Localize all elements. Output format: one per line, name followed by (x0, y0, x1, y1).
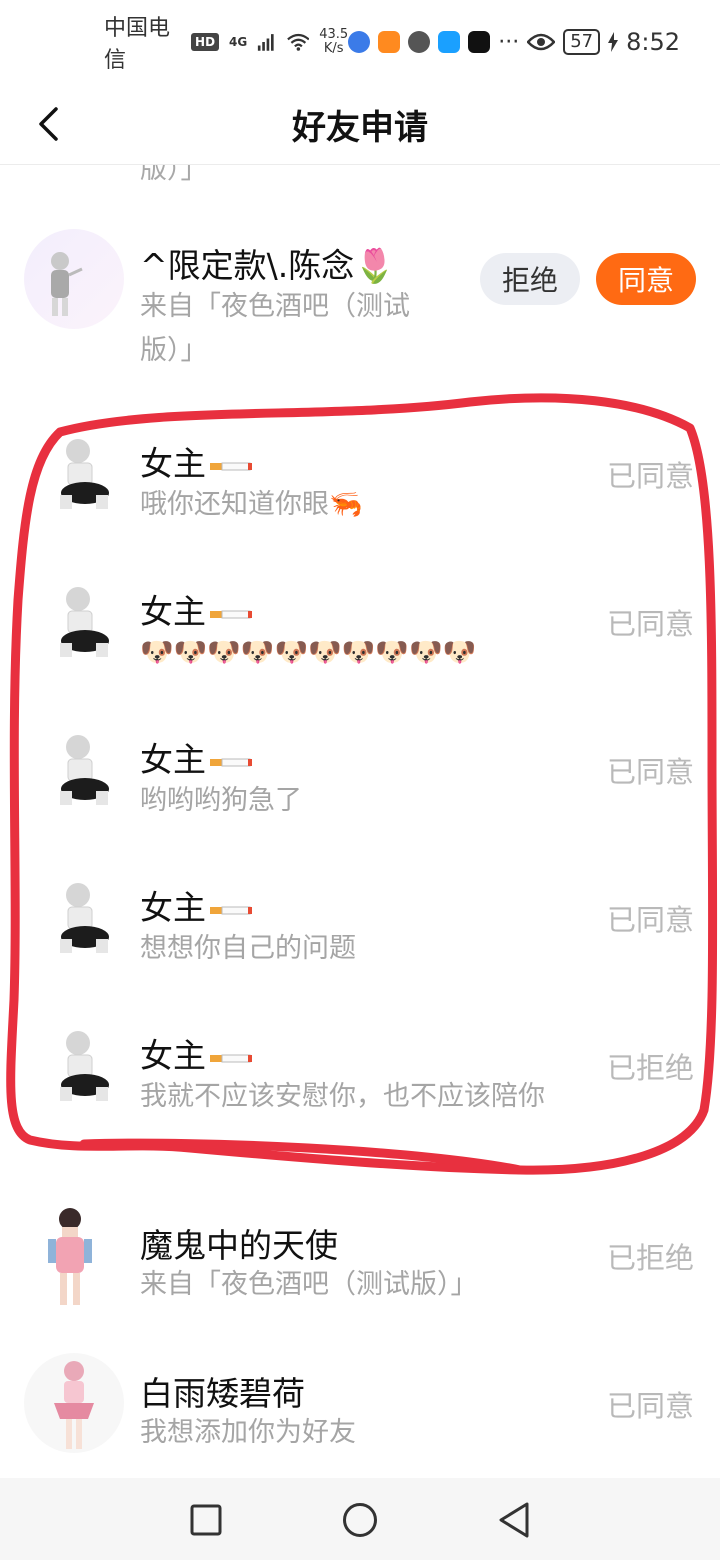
network-speed: 43.5 K/s (319, 27, 349, 56)
request-status: 已同意 (606, 755, 694, 789)
requester-name: 女主 (140, 881, 252, 929)
avatar[interactable] (24, 1353, 124, 1453)
avatar[interactable] (50, 583, 120, 663)
request-status: 已拒绝 (606, 1241, 694, 1275)
hd-badge: HD (191, 33, 220, 51)
reject-button[interactable]: 拒绝 (480, 253, 580, 305)
clock: 8:52 (626, 28, 680, 56)
request-message: 来自「夜色酒吧（测试版）」 (140, 291, 410, 366)
list-item[interactable]: 女主 我就不应该安慰你，也不应该陪你 已拒绝 (0, 1019, 720, 1169)
request-message: 哦你还知道你眼🦐 (140, 489, 363, 520)
request-status: 已拒绝 (606, 1051, 694, 1085)
request-status: 已同意 (606, 459, 694, 493)
status-bar: 中国电信 HD 4G 43.5 K/s ··· 57 8:52 (0, 0, 720, 84)
nav-back-button[interactable] (492, 1498, 536, 1542)
network-type: 4G (229, 35, 248, 49)
triangle-back-icon (499, 1502, 529, 1538)
request-message: 哟哟哟狗急了 (140, 785, 302, 816)
requester-name: 女主 (140, 733, 252, 781)
requester-name: 女主 (140, 1029, 252, 1077)
wechat-icon (408, 31, 431, 53)
requester-name: 魔鬼中的天使 (140, 1226, 338, 1265)
wifi-icon (286, 33, 310, 51)
list-item[interactable]: 女主 哟哟哟狗急了 已同意 (0, 723, 720, 853)
list-item[interactable]: 女主 🐶🐶🐶🐶🐶🐶🐶🐶🐶🐶 已同意 (0, 575, 720, 705)
cigarette-icon (210, 906, 252, 914)
more-notifications-icon: ··· (498, 29, 520, 55)
avatar-figure (51, 252, 83, 316)
battery-level: 57 (563, 29, 601, 55)
request-message: 🐶🐶🐶🐶🐶🐶🐶🐶🐶🐶 (140, 637, 477, 668)
header: 好友申请 (0, 84, 720, 165)
list-item[interactable]: ^限定款\.陈念🌷 来自「夜色酒吧（测试版）」 拒绝 同意 (0, 225, 720, 375)
avatar[interactable] (50, 435, 120, 515)
list-item[interactable]: 白雨矮碧荷 我想添加你为好友 已同意 (0, 1353, 720, 1473)
charging-icon (608, 32, 619, 52)
video-app-icon (378, 31, 401, 53)
list-item[interactable]: 女主 想想你自己的问题 已同意 (0, 871, 720, 1001)
page-title: 好友申请 (292, 108, 428, 148)
carrier-label: 中国电信 (104, 16, 171, 73)
previous-item-cut-text: 版）」 (140, 165, 208, 185)
list-item[interactable]: 魔鬼中的天使 来自「夜色酒吧（测试版）」 已拒绝 (0, 1205, 720, 1335)
request-status: 已同意 (606, 607, 694, 641)
agree-button[interactable]: 同意 (596, 253, 696, 305)
eye-icon (527, 33, 556, 51)
request-message: 我就不应该安慰你，也不应该陪你 (140, 1081, 545, 1112)
cigarette-icon (210, 462, 252, 470)
avatar[interactable] (24, 229, 124, 329)
requester-name: ^限定款\.陈念🌷 (140, 246, 396, 285)
square-icon (190, 1504, 222, 1536)
avatar[interactable] (50, 879, 120, 959)
requester-name: 白雨矮碧荷 (140, 1374, 305, 1413)
requester-name: 女主 (140, 437, 252, 485)
home-button[interactable] (338, 1498, 382, 1542)
request-status: 已同意 (606, 1389, 694, 1423)
request-message: 想想你自己的问题 (140, 933, 356, 964)
avatar-figure (54, 1361, 94, 1449)
search-app-icon (438, 31, 461, 53)
cigarette-icon (210, 758, 252, 766)
request-status: 已同意 (606, 903, 694, 937)
cigarette-icon (210, 610, 252, 618)
list-item[interactable]: 女主 哦你还知道你眼🦐 已同意 (0, 427, 720, 557)
request-message: 我想添加你为好友 (140, 1417, 356, 1448)
circle-icon (343, 1503, 377, 1537)
tiktok-icon (468, 31, 491, 53)
avatar[interactable] (50, 1027, 120, 1107)
recent-apps-button[interactable] (184, 1498, 228, 1542)
system-nav-bar (0, 1478, 720, 1560)
avatar[interactable] (50, 731, 120, 811)
requester-name: 女主 (140, 585, 252, 633)
cigarette-icon (210, 1054, 252, 1062)
friend-request-list: 版）」 ^限定款\.陈念🌷 来自「夜色酒吧（测试版）」 拒绝 同意 女主 哦你还… (0, 165, 720, 1478)
request-message: 来自「夜色酒吧（测试版）」 (140, 1269, 478, 1300)
signal-icon (258, 34, 274, 51)
avatar[interactable] (40, 1205, 100, 1309)
browser-app-icon (348, 31, 371, 53)
